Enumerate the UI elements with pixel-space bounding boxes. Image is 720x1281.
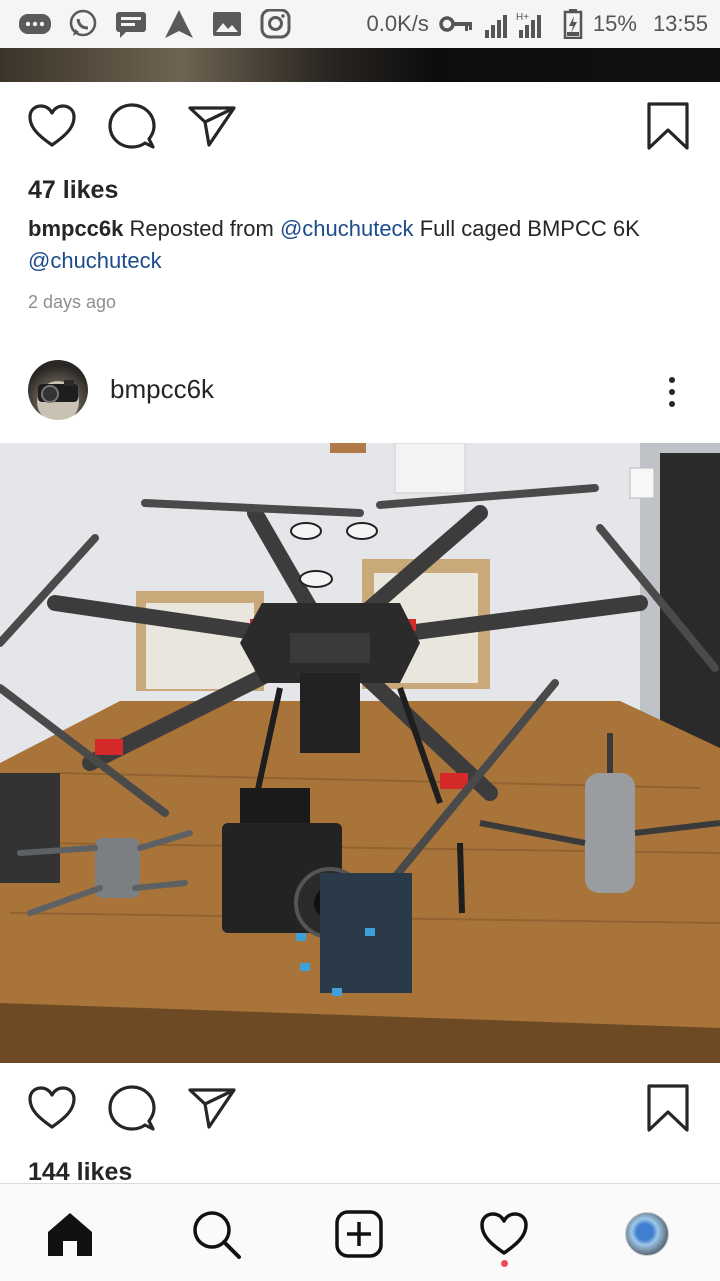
caption-mention-2[interactable]: @chuchuteck	[28, 248, 162, 273]
share-button[interactable]	[186, 1082, 238, 1134]
comment-button[interactable]	[106, 1082, 158, 1134]
battery-percent: 15%	[592, 11, 637, 36]
save-button[interactable]	[642, 1082, 694, 1134]
heart-icon	[28, 104, 76, 147]
bookmark-icon	[647, 1084, 689, 1132]
caption-text-2: Full caged BMPCC 6K	[419, 216, 640, 241]
key-icon	[439, 16, 472, 32]
send-icon	[188, 1088, 236, 1129]
like-button[interactable]	[26, 1082, 78, 1134]
search-icon	[193, 1211, 241, 1259]
caption-text: Reposted from	[129, 216, 274, 241]
save-button[interactable]	[642, 100, 694, 152]
comment-icon	[108, 103, 156, 149]
likes-count[interactable]: 47 likes	[28, 176, 118, 205]
heart-icon	[28, 1086, 76, 1129]
battery-icon	[563, 9, 583, 39]
bottom-navigation	[0, 1183, 720, 1281]
add-post-icon	[335, 1210, 383, 1258]
post-caption: bmpcc6k Reposted from @chuchuteck Full c…	[28, 213, 688, 277]
net-speed: 0.0K/s	[366, 11, 429, 36]
share-button[interactable]	[186, 100, 238, 152]
post-header: bmpcc6k	[0, 358, 720, 424]
more-options-button[interactable]	[652, 370, 692, 414]
nav-new-post[interactable]	[329, 1204, 389, 1264]
nav-profile[interactable]	[617, 1204, 677, 1264]
navigation-icon	[165, 10, 193, 38]
profile-avatar	[625, 1212, 669, 1256]
bookmark-icon	[647, 102, 689, 150]
nav-home[interactable]	[40, 1204, 100, 1264]
nav-activity[interactable]	[474, 1204, 534, 1264]
post-image[interactable]	[0, 443, 720, 1063]
more-icon	[669, 377, 675, 383]
post-username[interactable]: bmpcc6k	[110, 374, 214, 405]
message-icon	[116, 12, 146, 38]
post-actions	[0, 100, 720, 160]
previous-post-image[interactable]	[0, 48, 720, 82]
network-type: H+	[516, 12, 529, 23]
comment-icon	[108, 1085, 156, 1131]
caption-username[interactable]: bmpcc6k	[28, 216, 123, 241]
caption-mention[interactable]: @chuchuteck	[280, 216, 414, 241]
avatar[interactable]	[28, 360, 88, 420]
signal-icon: H+	[484, 12, 541, 38]
status-bar: 0.0K/s H+ 15% 13:55	[0, 0, 720, 48]
clock: 13:55	[652, 11, 708, 36]
like-button[interactable]	[26, 100, 78, 152]
home-icon	[48, 1213, 92, 1256]
notification-dot	[501, 1260, 508, 1267]
post-actions-2	[0, 1082, 720, 1142]
send-icon	[188, 106, 236, 147]
gallery-icon	[213, 12, 241, 36]
nav-search[interactable]	[186, 1204, 246, 1264]
instagram-icon	[260, 9, 291, 39]
avatar-image	[38, 380, 78, 403]
comment-button[interactable]	[106, 100, 158, 152]
messenger-icon	[19, 14, 51, 34]
post-timestamp: 2 days ago	[28, 292, 117, 312]
whatsapp-icon	[69, 9, 97, 37]
activity-icon	[480, 1212, 528, 1255]
